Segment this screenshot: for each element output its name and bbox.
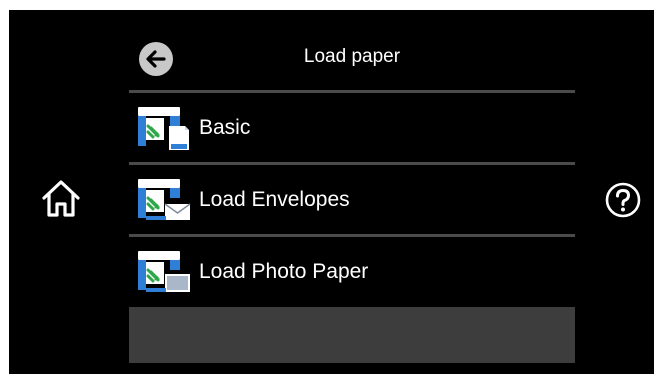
page-title: Load paper <box>303 46 401 67</box>
help-icon <box>605 182 641 218</box>
home-icon <box>42 180 80 217</box>
paper-load-envelope-icon <box>138 179 191 220</box>
menu-item-label: Load Photo Paper <box>199 260 369 283</box>
menu-item-label: Basic <box>199 116 251 139</box>
menu-item-load-envelopes[interactable]: Load Envelopes <box>129 166 575 234</box>
menu-item-label: Load Envelopes <box>199 188 350 211</box>
help-button[interactable] <box>605 182 641 218</box>
paper-load-photo-icon <box>138 251 190 292</box>
empty-menu-slot <box>129 307 575 363</box>
printer-screen: Load paper Basic Load Envelopes Load Pho… <box>9 10 654 374</box>
header: Load paper <box>129 10 575 93</box>
divider <box>129 234 575 237</box>
divider <box>129 90 575 93</box>
home-button[interactable] <box>39 176 83 220</box>
menu-item-load-photo-paper[interactable]: Load Photo Paper <box>129 238 575 306</box>
divider <box>129 162 575 165</box>
menu-item-basic[interactable]: Basic <box>129 94 575 162</box>
paper-load-basic-icon <box>138 107 189 150</box>
